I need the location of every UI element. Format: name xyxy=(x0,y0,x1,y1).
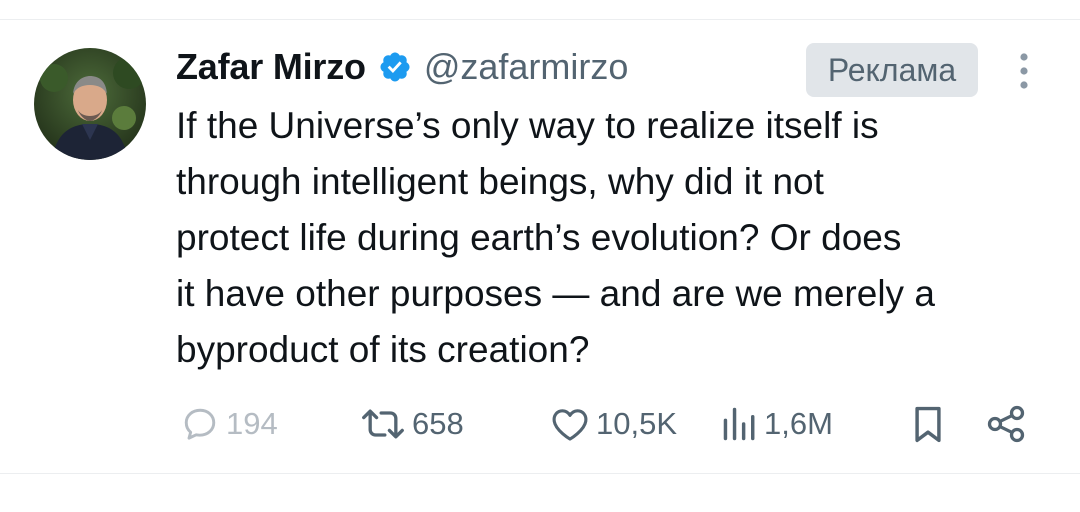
bottom-divider xyxy=(0,473,1080,474)
retweet-icon xyxy=(358,402,408,446)
retweet-count: 658 xyxy=(412,406,464,441)
share-icon xyxy=(984,402,1028,446)
tweet-card[interactable]: Zafar Mirzo @zafarmirzo Реклама If the U… xyxy=(0,0,1080,512)
reply-icon xyxy=(178,402,222,446)
avatar-image xyxy=(34,48,146,160)
tweet-text: If the Universe’s only way to realize it… xyxy=(176,105,935,370)
views-count: 1,6M xyxy=(764,406,833,441)
analytics-icon xyxy=(720,402,760,446)
author-handle[interactable]: @zafarmirzo xyxy=(424,46,629,88)
author-name[interactable]: Zafar Mirzo xyxy=(176,46,366,88)
like-count: 10,5K xyxy=(596,406,678,441)
reply-button[interactable]: 194 xyxy=(178,396,278,452)
verified-badge-icon xyxy=(378,50,412,84)
bookmark-icon xyxy=(908,402,948,446)
like-button[interactable]: 10,5K xyxy=(548,396,677,452)
ad-badge: Реклама xyxy=(806,43,978,97)
more-options-icon[interactable] xyxy=(1008,50,1040,92)
action-bar: 194 658 10,5K 1,6M xyxy=(0,396,1080,452)
views-button[interactable]: 1,6M xyxy=(720,396,833,452)
bookmark-button[interactable] xyxy=(908,396,948,452)
top-divider xyxy=(0,19,1080,20)
avatar[interactable] xyxy=(34,48,146,160)
retweet-button[interactable]: 658 xyxy=(358,396,464,452)
heart-icon xyxy=(548,402,592,446)
tweet-header: Zafar Mirzo @zafarmirzo xyxy=(176,44,628,90)
reply-count: 194 xyxy=(226,406,278,441)
share-button[interactable] xyxy=(984,396,1028,452)
